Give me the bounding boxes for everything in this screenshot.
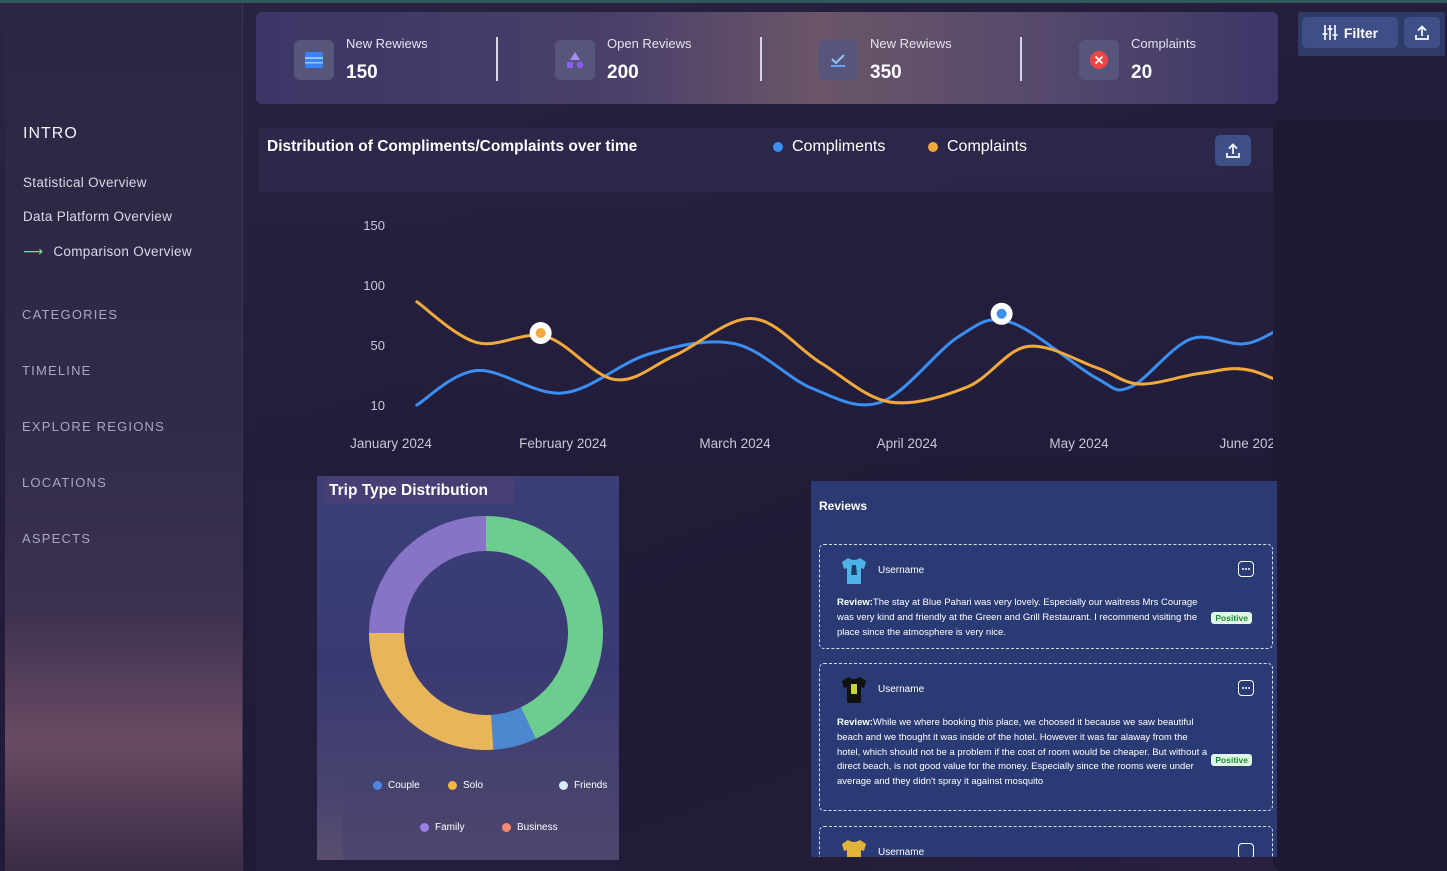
review-label: Review:	[837, 597, 873, 608]
legend-dot	[420, 823, 429, 832]
donut-legend-business[interactable]: Business	[502, 822, 558, 833]
chat-icon[interactable]	[1238, 843, 1254, 857]
review-username: Username	[878, 565, 925, 576]
stat-card-open-reviews: Open Reviews 200	[517, 12, 757, 104]
sidebar-item-explore-regions[interactable]: EXPLORE REGIONS	[22, 419, 165, 434]
data-point-dot	[535, 328, 546, 338]
sliders-icon	[1322, 25, 1338, 40]
stat-card-new-reviews-2: New Rewiews 350	[780, 12, 1020, 104]
review-username: Username	[878, 847, 925, 857]
chat-icon[interactable]	[1238, 680, 1254, 696]
series-line-complaints[interactable]	[415, 300, 1273, 405]
review-body: The stay at Blue Pahari was very lovely.…	[837, 597, 1198, 638]
review-card[interactable]: Username Review:While we where booking t…	[819, 663, 1273, 811]
series-line-compliments[interactable]	[415, 302, 1273, 407]
line-chart: 10 50 100 150 January 2024 February 2024 March…	[350, 218, 1273, 451]
x-tick-label: January 2024	[350, 436, 432, 451]
donut-legend: Couple Solo Friends Family Business	[343, 760, 619, 860]
donut-chart-panel: Trip Type Distribution Couple Solo Frien…	[317, 476, 619, 860]
donut-chart	[369, 516, 604, 750]
y-tick-label: 100	[363, 278, 385, 293]
tshirt-avatar-icon	[842, 558, 866, 584]
review-text: Review:The stay at Blue Pahari was very …	[837, 596, 1211, 640]
filter-button[interactable]: Filter	[1302, 17, 1398, 48]
sidebar-item-timeline[interactable]: TIMELINE	[22, 363, 92, 378]
sidebar-item-data-platform-overview[interactable]: Data Platform Overview	[23, 209, 172, 224]
y-tick-label: 10	[371, 398, 385, 413]
sidebar-item-aspects[interactable]: ASPECTS	[22, 531, 91, 546]
stat-value: 150	[346, 62, 378, 83]
x-tick-label: April 2024	[877, 436, 938, 451]
stat-card-complaints: Complaints 20	[1041, 12, 1278, 104]
review-card[interactable]: Username	[819, 826, 1273, 857]
filter-button-label: Filter	[1343, 24, 1379, 41]
reviews-title: Reviews	[819, 499, 868, 513]
sentiment-badge: Positive	[1211, 612, 1252, 624]
stat-divider	[1020, 37, 1022, 81]
sidebar: INTRO Statistical Overview Data Platform…	[5, 3, 243, 871]
stat-card-new-reviews: New Rewiews 150	[256, 12, 496, 104]
review-text: Review:While we where booking this place…	[837, 716, 1211, 790]
data-point-dot	[996, 308, 1007, 319]
sidebar-section-intro[interactable]: INTRO	[23, 125, 78, 143]
stat-divider	[496, 37, 498, 81]
card-icon	[294, 40, 334, 80]
check-icon	[818, 40, 858, 80]
reviews-panel: Reviews Username Review:The stay at Blue…	[811, 481, 1277, 857]
legend-label: Friends	[574, 780, 608, 791]
stat-label: Open Reviews	[607, 36, 692, 51]
donut-legend-couple[interactable]: Couple	[373, 780, 420, 791]
sidebar-item-label: Comparison Overview	[53, 244, 192, 259]
donut-legend-friends[interactable]: Friends	[559, 780, 607, 791]
y-tick-label: 50	[371, 338, 385, 353]
legend-label: Solo	[463, 780, 484, 791]
legend-dot	[448, 781, 457, 790]
export-button[interactable]	[1404, 17, 1440, 48]
stats-bar: New Rewiews 150 Open Reviews 200 New Rew…	[256, 12, 1278, 104]
x-tick-label: May 2024	[1049, 436, 1109, 451]
legend-label: Business	[517, 822, 558, 833]
stat-label: New Rewiews	[346, 36, 428, 51]
donut-legend-family[interactable]: Family	[420, 822, 464, 833]
donut-slice-business[interactable]	[486, 516, 604, 739]
x-tick-label: June 2024	[1219, 436, 1273, 451]
sidebar-item-locations[interactable]: LOCATIONS	[22, 475, 107, 490]
stat-value: 20	[1131, 62, 1153, 83]
shapes-icon	[555, 40, 595, 80]
y-tick-label: 150	[363, 218, 385, 233]
stat-label: Complaints	[1131, 36, 1197, 51]
upload-icon	[1415, 24, 1429, 40]
review-card[interactable]: Username Review:The stay at Blue Pahari …	[819, 544, 1273, 649]
right-side-panel	[1273, 120, 1447, 871]
stat-value: 350	[870, 62, 902, 83]
review-username: Username	[878, 684, 925, 695]
sidebar-item-categories[interactable]: CATEGORIES	[22, 307, 118, 322]
chat-icon[interactable]	[1238, 561, 1254, 577]
legend-label: Couple	[388, 780, 420, 791]
donut-slice-family[interactable]	[369, 516, 486, 633]
x-tick-label: February 2024	[519, 436, 607, 451]
x-tick-label: March 2024	[699, 436, 771, 451]
sidebar-item-statistical-overview[interactable]: Statistical Overview	[23, 175, 147, 190]
donut-legend-solo[interactable]: Solo	[448, 780, 483, 791]
tshirt-avatar-icon	[842, 677, 866, 703]
donut-slice-solo[interactable]	[369, 633, 494, 750]
tshirt-avatar-icon	[842, 840, 866, 857]
legend-label: Family	[435, 822, 465, 833]
review-body: While we where booking this place, we ch…	[837, 717, 1208, 788]
arrow-right-icon: ⟶	[23, 243, 44, 259]
sentiment-badge: Positive	[1211, 754, 1252, 766]
stat-value: 200	[607, 62, 639, 83]
legend-dot	[373, 781, 382, 790]
close-circle-icon	[1079, 40, 1119, 80]
sidebar-item-comparison-overview[interactable]: ⟶ Comparison Overview	[23, 243, 192, 260]
stat-divider	[760, 37, 762, 81]
legend-dot	[502, 823, 511, 832]
review-label: Review:	[837, 717, 873, 728]
legend-dot	[559, 781, 568, 790]
line-chart-panel: Distribution of Compliments/Complaints o…	[259, 128, 1273, 460]
stat-label: New Rewiews	[870, 36, 952, 51]
